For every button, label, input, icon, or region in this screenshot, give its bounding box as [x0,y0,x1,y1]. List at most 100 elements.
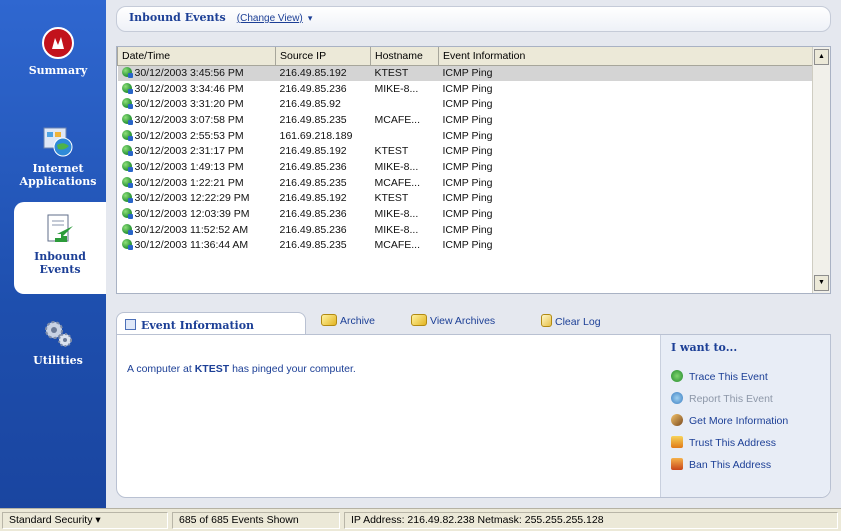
ban-address-label: Ban This Address [689,459,772,471]
event-globe-icon [121,129,133,141]
internet-apps-icon [43,127,73,157]
gears-icon [45,321,72,347]
event-globe-icon [121,145,133,157]
inbound-events-icon [47,214,73,242]
cell-source-ip: 216.49.85.236 [276,159,371,175]
status-bar: Standard Security ▾ 685 of 685 Events Sh… [0,508,841,531]
column-header-source-ip[interactable]: Source IP [275,47,371,66]
cell-source-ip: 216.49.85.235 [276,112,371,128]
cell-hostname: MCAFE... [371,175,439,191]
cell-datetime-text: 30/12/2003 1:22:21 PM [134,176,244,189]
table-row[interactable]: 30/12/2003 12:22:29 PM 216.49.85.192 KTEST… [118,191,814,207]
nav-inbound-events[interactable]: Inbound Events [14,202,106,294]
cell-datetime-text: 30/12/2003 11:36:44 AM [134,239,249,252]
cell-event-information: ICMP Ping [438,65,814,81]
cell-hostname: KTEST [371,191,439,207]
cell-datetime: 30/12/2003 11:52:52 AM [118,222,276,238]
cell-event-information: ICMP Ping [439,128,814,144]
cell-source-ip: 216.49.85.235 [276,175,371,191]
chevron-down-icon[interactable]: ▾ [308,13,313,23]
event-message-host: KTEST [194,363,230,375]
trust-icon [671,436,683,448]
clear-log-icon [541,314,552,327]
cell-event-information: ICMP Ping [439,222,814,238]
archive-icon [321,314,337,326]
cell-datetime: 30/12/2003 2:31:17 PM [118,143,276,159]
cell-datetime-text: 30/12/2003 1:49:13 PM [134,160,244,173]
cell-event-information: ICMP Ping [439,191,814,207]
cell-hostname-text: MCAFE... [374,239,421,252]
cell-source-ip: 216.49.85.236 [276,81,371,97]
trust-address-label: Trust This Address [689,437,776,449]
table-row[interactable]: 30/12/2003 3:45:56 PM 216.49.85.192 KTEST I… [117,65,814,81]
trust-address-link[interactable]: Trust This Address [671,436,820,458]
cell-datetime: 30/12/2003 12:22:29 PM [118,191,276,207]
cell-event-information-text: ICMP Ping [442,113,493,126]
ban-icon [671,458,683,470]
nav-utilities[interactable]: Utilities [10,316,106,370]
event-globe-icon [121,98,133,110]
cell-hostname: MCAFE... [371,112,439,128]
cell-hostname [371,96,439,112]
ip-address-info: IP Address: 216.49.82.238 Netmask: 255.2… [344,512,838,529]
trace-event-link[interactable]: Trace This Event [671,370,820,392]
main-panel: Inbound Events (Change View) ▾ Date/Time… [106,0,841,508]
table-row[interactable]: 30/12/2003 11:36:44 AM 216.49.85.235 MCAFE… [118,238,814,254]
cell-source-ip-text: 216.49.85.236 [279,208,347,221]
ban-address-link[interactable]: Ban This Address [671,458,820,480]
cell-hostname: KTEST [371,143,439,159]
events-shown-count: 685 of 685 Events Shown [172,512,340,529]
info-people-icon [671,414,683,426]
clear-log-button-label: Clear Log [555,316,601,328]
view-archives-button[interactable]: View Archives [411,314,495,327]
view-archives-button-label: View Archives [430,315,496,327]
table-row[interactable]: 30/12/2003 2:31:17 PM 216.49.85.192 KTEST I… [118,143,814,159]
cell-event-information: ICMP Ping [439,143,814,159]
security-level-dropdown[interactable]: Standard Security ▾ [2,512,168,529]
table-row[interactable]: 30/12/2003 3:07:58 PM 216.49.85.235 MCAFE.… [118,112,814,128]
cell-source-ip-text: 216.49.85.235 [279,239,347,252]
event-globe-icon [121,208,133,220]
cell-source-ip-text: 216.49.85.192 [279,67,347,80]
table-scrollbar[interactable]: ▲ ▼ [812,47,830,293]
event-toolbar: Event Information Archive View Archives … [116,308,831,338]
cell-event-information-text: ICMP Ping [442,145,493,158]
cell-source-ip-text: 216.49.85.236 [279,160,347,173]
cell-datetime: 30/12/2003 3:31:20 PM [118,96,276,112]
nav-internet-applications-label: Internet Applications [19,162,97,188]
table-row[interactable]: 30/12/2003 3:34:46 PM 216.49.85.236 MIKE-8… [118,81,814,97]
column-header-hostname[interactable]: Hostname [370,47,439,66]
cell-hostname: MCAFE... [371,238,439,254]
view-header: Inbound Events (Change View) ▾ [116,6,831,32]
cell-datetime-text: 30/12/2003 11:52:52 AM [134,223,249,236]
cell-source-ip-text: 216.49.85.92 [279,98,341,111]
cell-event-information-text: ICMP Ping [442,82,493,95]
cell-datetime-text: 30/12/2003 3:07:58 PM [134,113,244,126]
cell-event-information-text: ICMP Ping [442,239,493,252]
cell-hostname [371,128,439,144]
cell-datetime-text: 30/12/2003 12:03:39 PM [134,208,250,221]
scroll-down-button[interactable]: ▼ [814,275,829,291]
get-more-information-link[interactable]: Get More Information [671,414,820,436]
table-row[interactable]: 30/12/2003 2:55:53 PM 161.69.218.189 ICMP … [118,128,814,144]
change-view-link[interactable]: (Change View) [237,13,303,24]
table-row[interactable]: 30/12/2003 12:03:39 PM 216.49.85.236 MIKE-… [118,206,814,222]
clear-log-button[interactable]: Clear Log [541,314,601,328]
scroll-up-button[interactable]: ▲ [814,49,829,65]
table-row[interactable]: 30/12/2003 11:52:52 AM 216.49.85.236 MIKE-… [118,222,814,238]
table-row[interactable]: 30/12/2003 1:49:13 PM 216.49.85.236 MIKE-8… [118,159,814,175]
table-row[interactable]: 30/12/2003 3:31:20 PM 216.49.85.92 ICMP Pi… [118,96,814,112]
column-header-event-information[interactable]: Event Information [438,47,814,66]
event-globe-icon [121,176,133,188]
nav-internet-applications[interactable]: Internet Applications [10,124,106,196]
column-header-datetime[interactable]: Date/Time [117,47,276,66]
cell-datetime: 30/12/2003 11:36:44 AM [118,238,276,254]
cell-hostname: MIKE-8... [371,81,439,97]
nav-summary[interactable]: Summary [10,26,106,86]
cell-source-ip-text: 216.49.85.235 [279,113,347,126]
cell-source-ip: 216.49.85.236 [276,206,371,222]
archive-button[interactable]: Archive [321,314,375,327]
cell-source-ip-text: 161.69.218.189 [279,129,353,142]
cell-datetime-text: 30/12/2003 3:45:56 PM [134,67,244,80]
table-row[interactable]: 30/12/2003 1:22:21 PM 216.49.85.235 MCAFE.… [118,175,814,191]
